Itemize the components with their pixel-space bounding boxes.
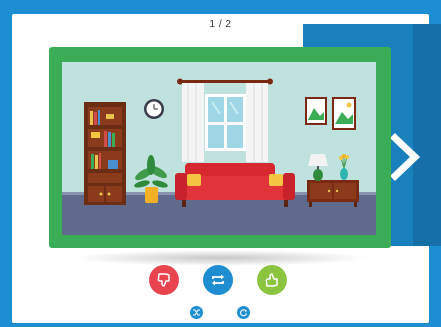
refresh-button[interactable]	[237, 306, 250, 319]
like-button[interactable]	[257, 265, 287, 295]
repeat-icon	[212, 274, 224, 286]
thumbs-down-icon	[157, 273, 170, 287]
wall-clock	[144, 99, 164, 119]
bookshelf	[84, 102, 126, 205]
chevron-right-icon[interactable]	[389, 132, 423, 182]
flashcard-image	[62, 62, 376, 235]
refresh-icon	[240, 309, 248, 317]
card-shadow	[70, 250, 370, 266]
dislike-button[interactable]	[149, 265, 179, 295]
shuffle-icon	[193, 309, 200, 316]
shuffle-button[interactable]	[190, 306, 203, 319]
repeat-button[interactable]	[203, 265, 233, 295]
thumbs-up-icon	[265, 273, 278, 287]
